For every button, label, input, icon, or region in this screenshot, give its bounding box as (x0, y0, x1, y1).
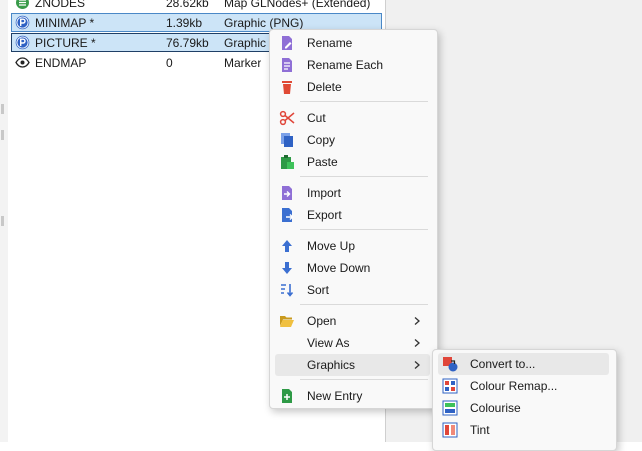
menu-item-label: Rename (307, 36, 353, 50)
entry-type: Graphic ( (224, 36, 274, 50)
menu-item-rename-each[interactable]: Rename Each (275, 54, 430, 76)
scissors-icon (279, 110, 295, 126)
context-menu: Rename Rename Each Delete Cut Copy Paste… (269, 29, 438, 409)
chevron-right-icon (414, 317, 420, 325)
menu-item-label: Cut (307, 111, 326, 125)
menu-item-import[interactable]: Import (275, 182, 430, 204)
export-icon (282, 208, 294, 222)
menu-item-label: New Entry (307, 389, 363, 403)
menu-item-label: Colour Remap... (470, 379, 558, 393)
chevron-right-icon (414, 361, 420, 369)
graphic-p-icon (15, 35, 30, 50)
arrow-down-icon (282, 262, 292, 274)
menu-item-cut[interactable]: Cut (275, 107, 430, 129)
entry-name: MINIMAP * (35, 16, 95, 30)
menu-item-tint[interactable]: Tint (438, 419, 609, 441)
menu-item-colour-remap[interactable]: Colour Remap... (438, 375, 609, 397)
menu-item-label: Rename Each (307, 58, 384, 72)
panel-edge-tick (1, 216, 4, 226)
menu-item-new-entry[interactable]: New Entry (275, 385, 430, 407)
menu-item-label: Convert to... (470, 357, 536, 371)
entry-size: 1.39kb (166, 16, 203, 30)
entry-type: Map GLNodes+ (Extended) (224, 0, 371, 10)
copy-icon (281, 133, 293, 147)
menu-separator (300, 304, 428, 305)
menu-separator (300, 379, 428, 380)
menu-item-move-down[interactable]: Move Down (275, 257, 430, 279)
colour-remap-icon (442, 378, 458, 394)
menu-item-label: Delete (307, 80, 342, 94)
new-entry-icon (282, 389, 292, 403)
entry-size: 28.62kb (166, 0, 209, 10)
menu-item-label: Tint (470, 423, 490, 437)
menu-separator (300, 176, 428, 177)
menu-item-move-up[interactable]: Move Up (275, 235, 430, 257)
menu-item-label: Open (307, 314, 337, 328)
menu-item-view-as[interactable]: View As (275, 332, 430, 354)
entry-type: Marker (224, 56, 262, 70)
menu-item-export[interactable]: Export (275, 204, 430, 226)
menu-separator (300, 229, 428, 230)
chevron-right-icon (414, 339, 420, 347)
marker-eye-icon (15, 57, 30, 68)
znodes-icon (16, 0, 29, 9)
menu-item-open[interactable]: Open (275, 310, 430, 332)
menu-item-label: Sort (307, 283, 330, 297)
arrow-up-icon (282, 240, 292, 252)
menu-item-label: Move Down (307, 261, 371, 275)
graphic-p-icon (15, 15, 30, 30)
menu-separator (300, 101, 428, 102)
entry-name: PICTURE * (35, 36, 96, 50)
menu-item-rename[interactable]: Rename (275, 32, 430, 54)
menu-item-colourise[interactable]: Colourise (438, 397, 609, 419)
entry-size: 76.79kb (166, 36, 209, 50)
rename-icon (282, 36, 292, 50)
folder-open-icon (280, 316, 294, 327)
entry-name: ZNODES (35, 0, 86, 10)
menu-item-label: Colourise (470, 401, 521, 415)
menu-item-label: View As (307, 336, 350, 350)
import-icon (282, 186, 292, 200)
tint-icon (442, 422, 458, 438)
sort-icon (281, 284, 294, 297)
menu-item-label: Export (307, 208, 342, 222)
menu-item-label: Copy (307, 133, 336, 147)
menu-item-graphics[interactable]: Graphics (275, 354, 430, 376)
rename-each-icon (282, 58, 292, 72)
menu-item-delete[interactable]: Delete (275, 76, 430, 98)
entry-name: ENDMAP (35, 56, 87, 70)
panel-edge-tick (1, 130, 4, 140)
menu-item-convert-to[interactable]: Convert to... (438, 353, 609, 375)
menu-item-label: Move Up (307, 239, 356, 253)
entry-row-znodes[interactable]: ZNODES 28.62kb Map GLNodes+ (Extended) (11, 0, 382, 12)
menu-item-label: Graphics (307, 358, 356, 372)
graphics-submenu: Convert to... Colour Remap... Colourise … (432, 349, 617, 451)
menu-item-label: Paste (307, 155, 338, 169)
colourise-icon (442, 400, 458, 416)
convert-icon (443, 357, 458, 372)
menu-item-label: Import (307, 186, 342, 200)
menu-item-sort[interactable]: Sort (275, 279, 430, 301)
entry-size: 0 (166, 56, 173, 70)
menu-item-copy[interactable]: Copy (275, 129, 430, 151)
trash-icon (282, 81, 292, 94)
paste-icon (281, 155, 294, 169)
menu-item-paste[interactable]: Paste (275, 151, 430, 173)
panel-edge-tick (1, 104, 4, 114)
